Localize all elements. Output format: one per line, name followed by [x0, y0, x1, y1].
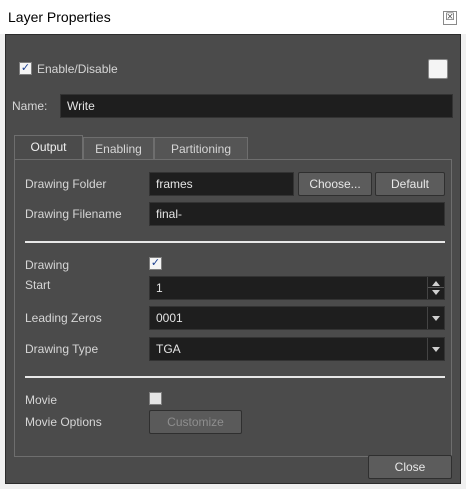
tab-output[interactable]: Output — [14, 135, 83, 160]
chevron-down-icon — [432, 316, 440, 321]
separator — [25, 241, 445, 243]
spin-down-icon[interactable] — [432, 290, 440, 295]
start-spinbox[interactable]: 1 — [149, 276, 445, 300]
leading-zeros-dropdown[interactable] — [427, 307, 444, 329]
tab-enabling[interactable]: Enabling — [83, 137, 154, 159]
drawing-type-label: Drawing Type — [25, 342, 99, 356]
close-button[interactable]: Close — [368, 455, 452, 479]
enable-checkbox[interactable]: ✓ — [19, 62, 32, 75]
enable-label: Enable/Disable — [37, 62, 118, 76]
chevron-down-icon — [432, 347, 440, 352]
start-value: 1 — [156, 281, 163, 295]
title-bar: Layer Properties ☒ — [0, 0, 466, 34]
spin-buttons[interactable] — [427, 277, 444, 299]
movie-checkbox[interactable] — [149, 392, 162, 405]
tab-partitioning[interactable]: Partitioning — [154, 137, 248, 159]
drawing-filename-label: Drawing Filename — [25, 207, 122, 221]
customize-button[interactable]: Customize — [149, 410, 242, 434]
name-input[interactable]: Write — [60, 94, 453, 118]
name-label: Name: — [12, 99, 48, 113]
drawing-label: Drawing — [25, 258, 70, 272]
drawing-type-value: TGA — [156, 342, 181, 356]
output-tab-pane: Drawing Folder frames Choose... Default … — [14, 159, 452, 457]
separator — [25, 376, 445, 378]
choose-button[interactable]: Choose... — [298, 172, 372, 196]
leading-zeros-select[interactable]: 0001 — [149, 306, 445, 330]
default-button[interactable]: Default — [375, 172, 445, 196]
start-label: Start — [25, 278, 51, 292]
window-title: Layer Properties — [8, 9, 111, 25]
leading-zeros-value: 0001 — [156, 311, 183, 325]
drawing-checkbox[interactable]: ✓ — [149, 257, 162, 270]
movie-options-label: Movie Options — [25, 415, 102, 429]
leading-zeros-label: Leading Zeros — [25, 311, 102, 325]
layer-properties-panel: ✓ Enable/Disable Name: Write Output Enab… — [5, 34, 461, 484]
drawing-type-dropdown[interactable] — [427, 338, 444, 360]
movie-label: Movie — [25, 393, 58, 407]
drawing-folder-input[interactable]: frames — [149, 172, 294, 196]
layer-color-swatch[interactable] — [428, 59, 448, 79]
drawing-filename-input[interactable]: final- — [149, 202, 445, 226]
spin-up-icon[interactable] — [432, 281, 440, 286]
close-window-icon[interactable]: ☒ — [443, 11, 457, 25]
drawing-type-select[interactable]: TGA — [149, 337, 445, 361]
drawing-folder-label: Drawing Folder — [25, 177, 107, 191]
